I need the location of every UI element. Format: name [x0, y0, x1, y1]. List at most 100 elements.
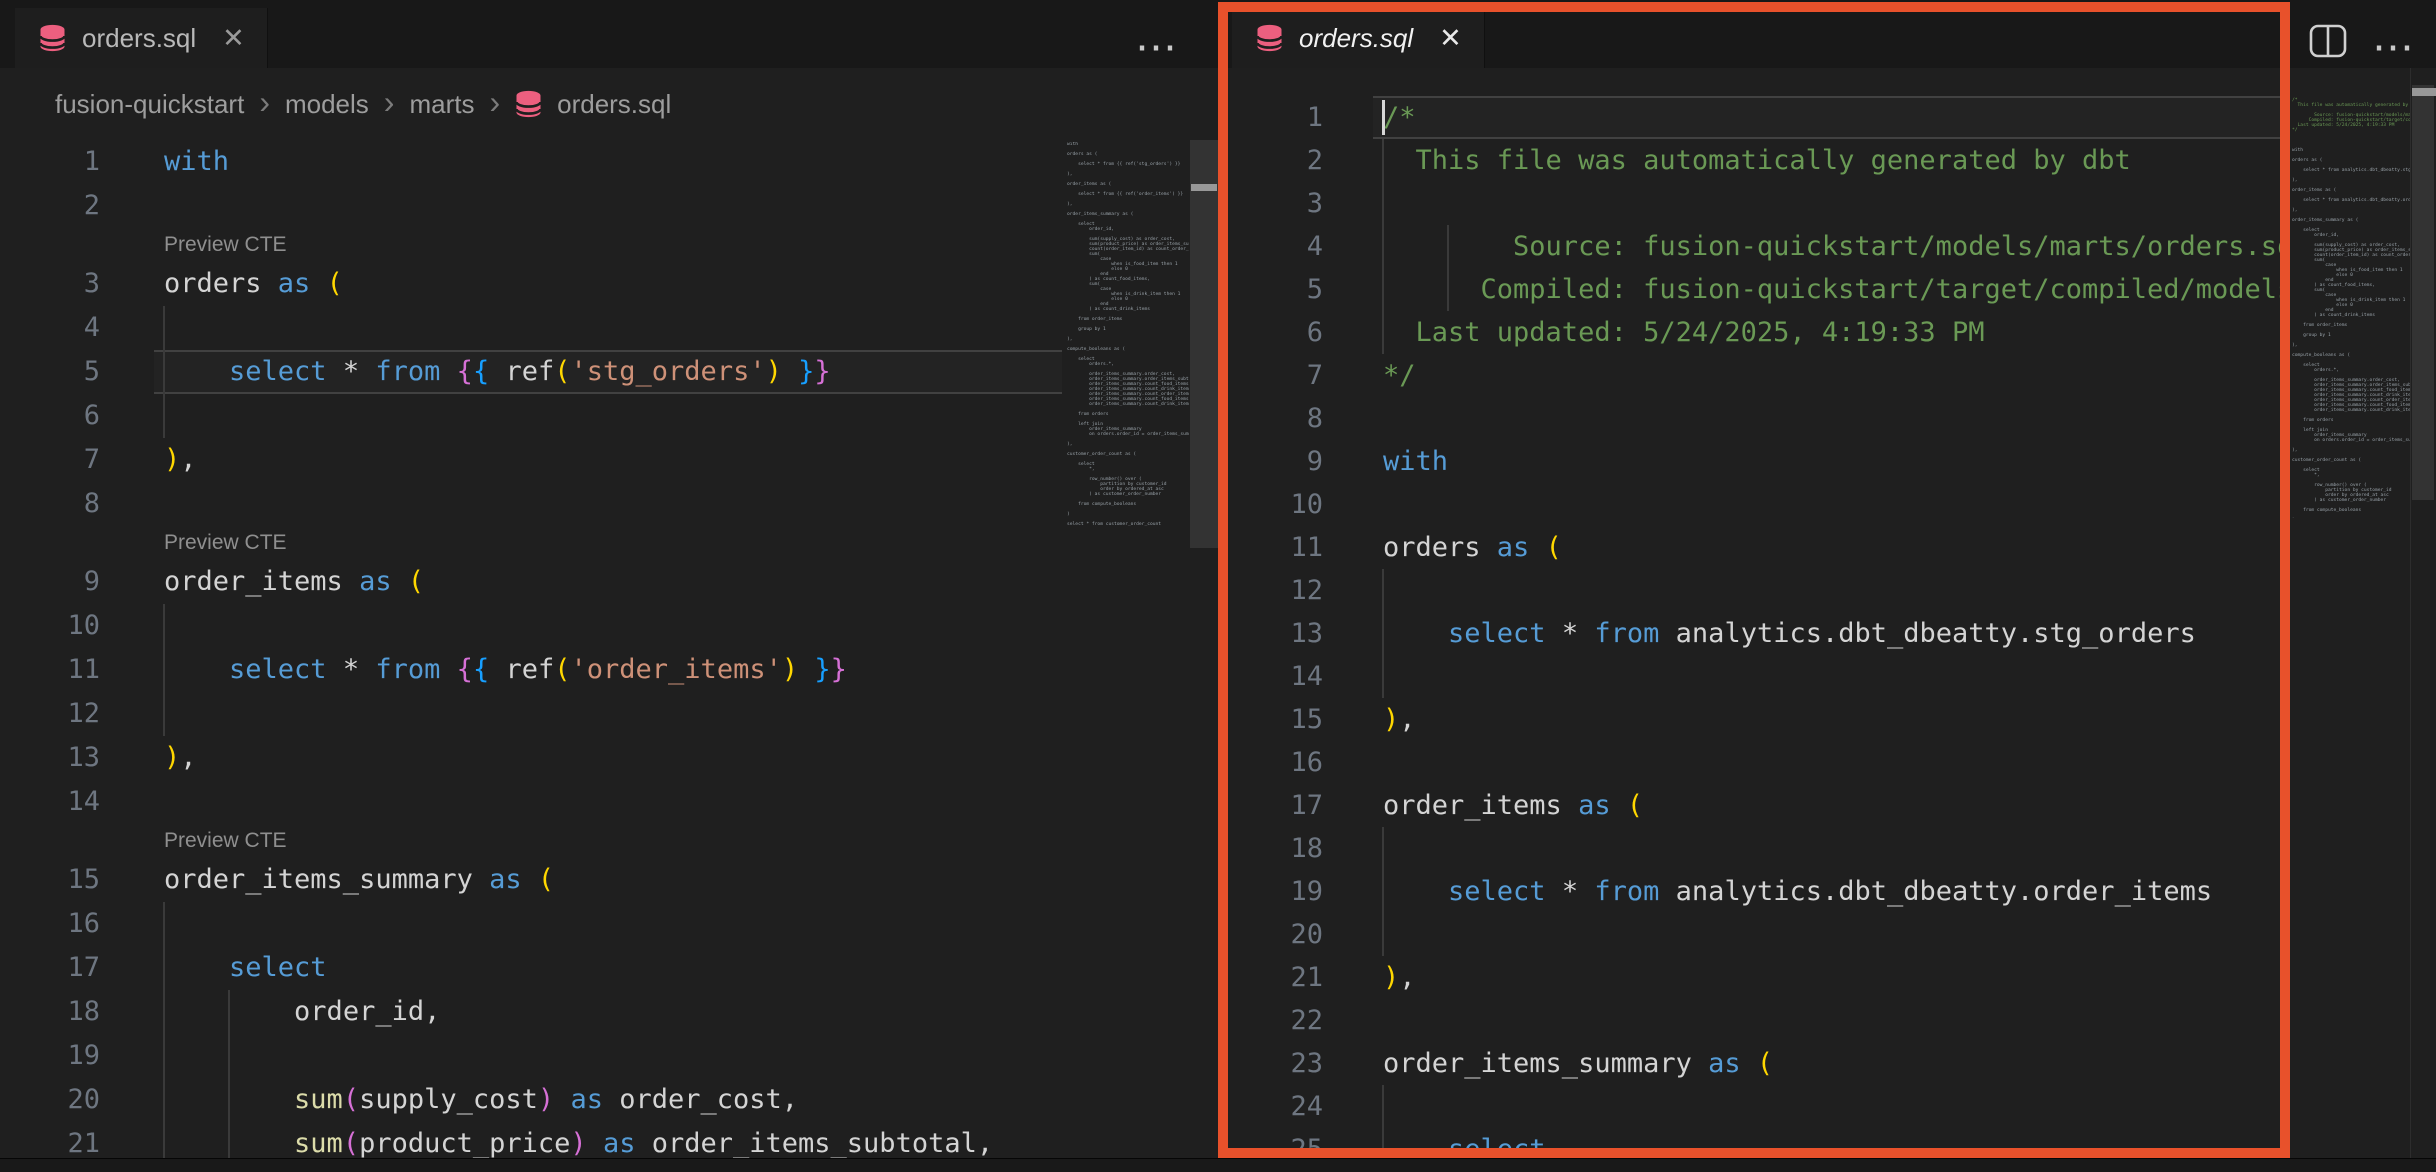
line-number: 12 [0, 692, 100, 736]
close-icon[interactable]: ✕ [1439, 23, 1462, 54]
line-number: 24 [1232, 1085, 1323, 1128]
line-number: 14 [0, 780, 100, 824]
codelens-preview-cte[interactable]: Preview CTE [0, 526, 1062, 560]
code-row[interactable]: 16 [0, 902, 1062, 946]
code-row[interactable]: 13), [0, 736, 1062, 780]
code-row[interactable]: 3 [1232, 182, 2284, 225]
code-row[interactable]: 2 [0, 184, 1062, 228]
codelens-preview-cte[interactable]: Preview CTE [0, 824, 1062, 858]
line-number: 19 [0, 1034, 100, 1078]
code-row[interactable]: 6 Last updated: 5/24/2025, 4:19:33 PM [1232, 311, 2284, 354]
code-row[interactable]: 16 [1232, 741, 2284, 784]
scrollbar-thumb-left[interactable] [1190, 140, 1218, 548]
code-line: This file was automatically generated by… [1383, 139, 2131, 182]
code-row[interactable]: 19 [0, 1034, 1062, 1078]
line-number: 10 [0, 604, 100, 648]
code-row[interactable]: 5 Compiled: fusion-quickstart/target/com… [1232, 268, 2284, 311]
breadcrumb-item-models[interactable]: models [285, 89, 369, 120]
breadcrumb-item-file[interactable]: orders.sql [557, 89, 671, 120]
code-line: orders as ( [1383, 526, 1562, 569]
tab-label: orders.sql [1299, 23, 1413, 54]
code-row[interactable]: 25 select [1232, 1128, 2284, 1158]
editor-source[interactable]: 1with2Preview CTE3orders as (45 select *… [0, 140, 1062, 1158]
line-number: 20 [0, 1078, 100, 1122]
indent-guide [163, 394, 165, 438]
code-row[interactable]: 19 select * from analytics.dbt_dbeatty.o… [1232, 870, 2284, 913]
code-row[interactable]: 1/* [1232, 96, 2284, 139]
line-number: 22 [1232, 999, 1323, 1042]
code-row[interactable]: 8 [0, 482, 1062, 526]
minimap-right[interactable]: /* This file was automatically generated… [2292, 88, 2410, 518]
code-row[interactable]: 24 [1232, 1085, 2284, 1128]
breadcrumb-item-project[interactable]: fusion-quickstart [55, 89, 244, 120]
code-row[interactable]: 7), [0, 438, 1062, 482]
code-row[interactable]: 22 [1232, 999, 2284, 1042]
tab-label: orders.sql [82, 23, 196, 54]
code-line: sum(product_price) as order_items_subtot… [164, 1122, 993, 1158]
code-row[interactable]: 18 [1232, 827, 2284, 870]
code-row[interactable]: 13 select * from analytics.dbt_dbeatty.s… [1232, 612, 2284, 655]
line-number: 21 [0, 1122, 100, 1158]
tab-orders-sql-left[interactable]: orders.sql ✕ [15, 8, 268, 68]
scrollbar-track-border [2410, 68, 2411, 1158]
line-number: 11 [1232, 526, 1323, 569]
code-row[interactable]: 17order_items as ( [1232, 784, 2284, 827]
code-row[interactable]: 15order_items_summary as ( [0, 858, 1062, 902]
code-row[interactable]: 17 select [0, 946, 1062, 990]
code-row[interactable]: 6 [0, 394, 1062, 438]
indent-guide [163, 1034, 165, 1078]
minimap-left[interactable]: with orders as ( select * from {{ ref('s… [1067, 142, 1189, 552]
line-number: 7 [1232, 354, 1323, 397]
scrollbar-thumb-right[interactable] [2412, 85, 2434, 500]
code-row[interactable]: 21 sum(product_price) as order_items_sub… [0, 1122, 1062, 1158]
code-row[interactable]: 9with [1232, 440, 2284, 483]
code-row[interactable]: 12 [0, 692, 1062, 736]
breadcrumb-item-marts[interactable]: marts [409, 89, 474, 120]
code-row[interactable]: 2 This file was automatically generated … [1232, 139, 2284, 182]
codelens-preview-cte[interactable]: Preview CTE [0, 228, 1062, 262]
code-line: order_items_summary as ( [1383, 1042, 1773, 1085]
indent-guide [1382, 569, 1384, 612]
code-row[interactable]: 12 [1232, 569, 2284, 612]
line-number: 2 [0, 184, 100, 228]
line-number: 16 [0, 902, 100, 946]
code-row[interactable]: 21), [1232, 956, 2284, 999]
code-row[interactable]: 1with [0, 140, 1062, 184]
code-row[interactable]: 7*/ [1232, 354, 2284, 397]
editor-compiled-preview[interactable]: 1/*2 This file was automatically generat… [1232, 68, 2284, 1158]
code-row[interactable]: 20 [1232, 913, 2284, 956]
code-row[interactable]: 11 select * from {{ ref('order_items') }… [0, 648, 1062, 692]
overview-ruler-cursor-marker [2412, 88, 2436, 96]
more-actions-icon[interactable]: ⋯ [2372, 26, 2414, 68]
code-line: ), [164, 438, 197, 482]
code-row[interactable]: 23order_items_summary as ( [1232, 1042, 2284, 1085]
code-row[interactable]: 14 [0, 780, 1062, 824]
code-row[interactable]: 11 orders as ( [1232, 526, 2284, 569]
code-row[interactable]: 10 [1232, 483, 2284, 526]
code-row[interactable]: 9order_items as ( [0, 560, 1062, 604]
code-row[interactable]: 8 [1232, 397, 2284, 440]
code-line: order_items as ( [164, 560, 424, 604]
code-row[interactable]: 10 [0, 604, 1062, 648]
split-editor-icon[interactable] [2309, 24, 2347, 58]
close-icon[interactable]: ✕ [222, 23, 245, 54]
line-number: 12 [1232, 569, 1323, 612]
line-number: 25 [1232, 1128, 1323, 1158]
code-row[interactable]: 4 Source: fusion-quickstart/models/marts… [1232, 225, 2284, 268]
code-line: Last updated: 5/24/2025, 4:19:33 PM [1383, 311, 1984, 354]
more-actions-icon[interactable]: ⋯ [1135, 26, 1177, 68]
tab-orders-sql-right[interactable]: orders.sql ✕ [1232, 8, 1485, 68]
code-row[interactable]: 20 sum(supply_cost) as order_cost, [0, 1078, 1062, 1122]
line-number: 3 [0, 262, 100, 306]
line-number: 18 [1232, 827, 1323, 870]
code-row[interactable]: 14 [1232, 655, 2284, 698]
code-row[interactable]: 5 select * from {{ ref('stg_orders') }} [0, 350, 1062, 394]
indent-guide [1382, 1085, 1384, 1128]
code-row[interactable]: 4 [0, 306, 1062, 350]
text-cursor [1382, 100, 1385, 135]
code-row[interactable]: 3orders as ( [0, 262, 1062, 306]
tab-bar-right: orders.sql ✕ [1218, 0, 2436, 68]
line-number: 8 [1232, 397, 1323, 440]
code-row[interactable]: 15), [1232, 698, 2284, 741]
code-row[interactable]: 18 order_id, [0, 990, 1062, 1034]
